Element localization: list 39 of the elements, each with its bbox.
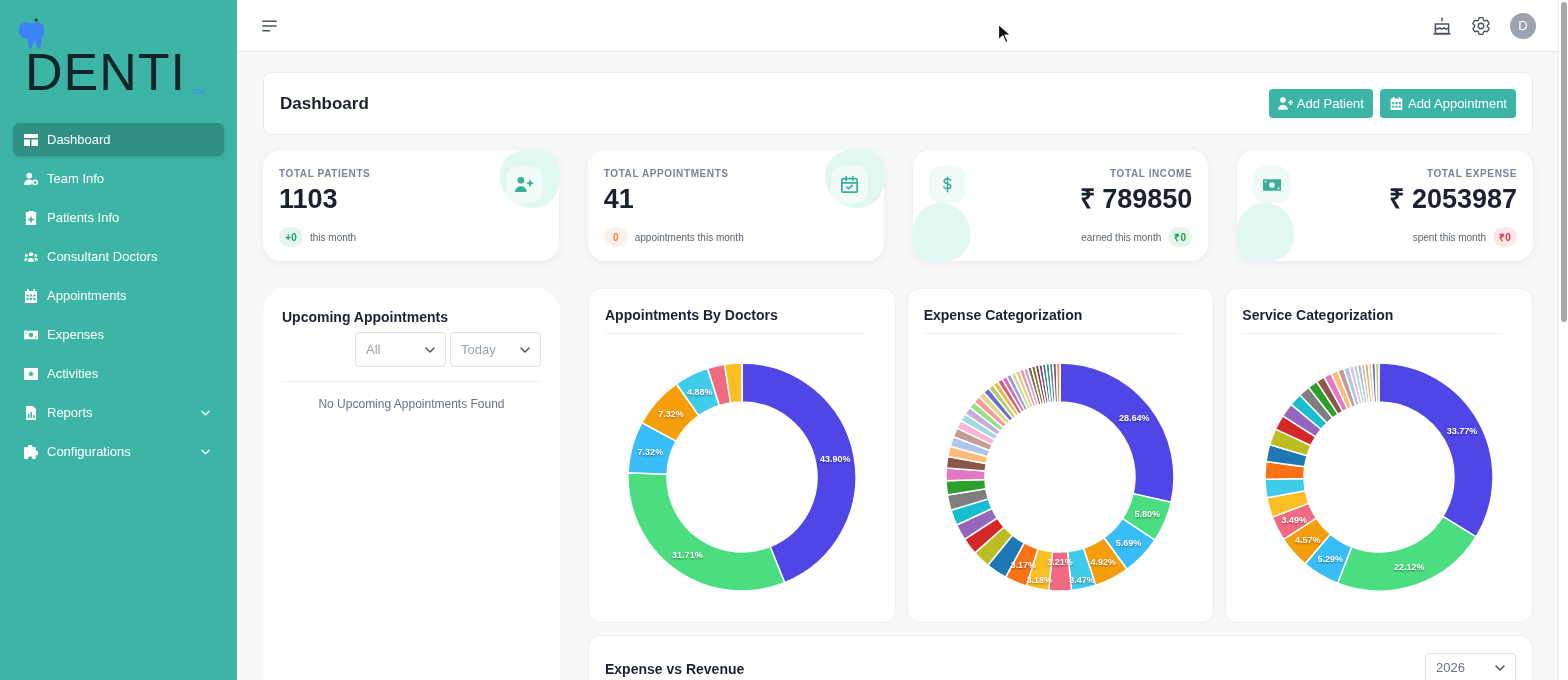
data-label: 5.69%: [1116, 537, 1142, 548]
data-label: 3.49%: [1281, 514, 1308, 525]
data-label: 7.32%: [637, 446, 663, 457]
data-label: 28.64%: [1119, 412, 1150, 423]
logo-text: DENTI: [25, 50, 186, 94]
stat-value: ₹ 789850: [1079, 183, 1193, 215]
stat-note: appointments this month: [634, 230, 744, 245]
stat-value: 41: [603, 183, 634, 215]
stat-value: ₹ 2053987: [1389, 183, 1517, 215]
data-label: 4.92%: [1091, 556, 1117, 567]
stat-label: TOTAL EXPENSE: [1426, 167, 1517, 181]
card-title: Upcoming Appointments: [282, 309, 448, 325]
page-title: Dashboard: [280, 92, 369, 115]
change-badge: ₹0: [1168, 227, 1193, 247]
chart-title: Service Categorization: [1242, 307, 1394, 324]
stat-note: earned this month: [1081, 230, 1162, 245]
change-badge: 0: [603, 227, 628, 247]
stat-value: 1103: [279, 183, 338, 215]
data-label: 4.88%: [686, 386, 713, 397]
data-label: 5.80%: [1135, 509, 1161, 520]
logo-suffix: 360: [192, 87, 206, 96]
data-label: 5.29%: [1317, 553, 1344, 564]
stat-label: TOTAL INCOME: [1110, 167, 1193, 181]
change-badge: +0: [279, 227, 303, 247]
data-label: 43.90%: [819, 453, 851, 464]
stat-note: this month: [310, 230, 357, 245]
change-badge: ₹0: [1493, 227, 1517, 247]
chart-title: Expense vs Revenue: [605, 661, 745, 678]
stat-note: spent this month: [1412, 230, 1486, 245]
empty-state-message: No Upcoming Appointments Found: [318, 396, 505, 413]
stat-label: TOTAL APPOINTMENTS: [603, 167, 729, 181]
data-label: 33.77%: [1446, 425, 1478, 436]
chart-title: Appointments By Doctors: [605, 307, 778, 324]
stat-label: TOTAL PATIENTS: [279, 167, 371, 181]
data-label: 22.12%: [1394, 562, 1425, 573]
chart-title: Expense Categorization: [923, 307, 1083, 324]
data-label: 4.57%: [1295, 534, 1321, 545]
data-label: 7.32%: [658, 408, 684, 419]
data-label: 31.71%: [671, 549, 703, 560]
